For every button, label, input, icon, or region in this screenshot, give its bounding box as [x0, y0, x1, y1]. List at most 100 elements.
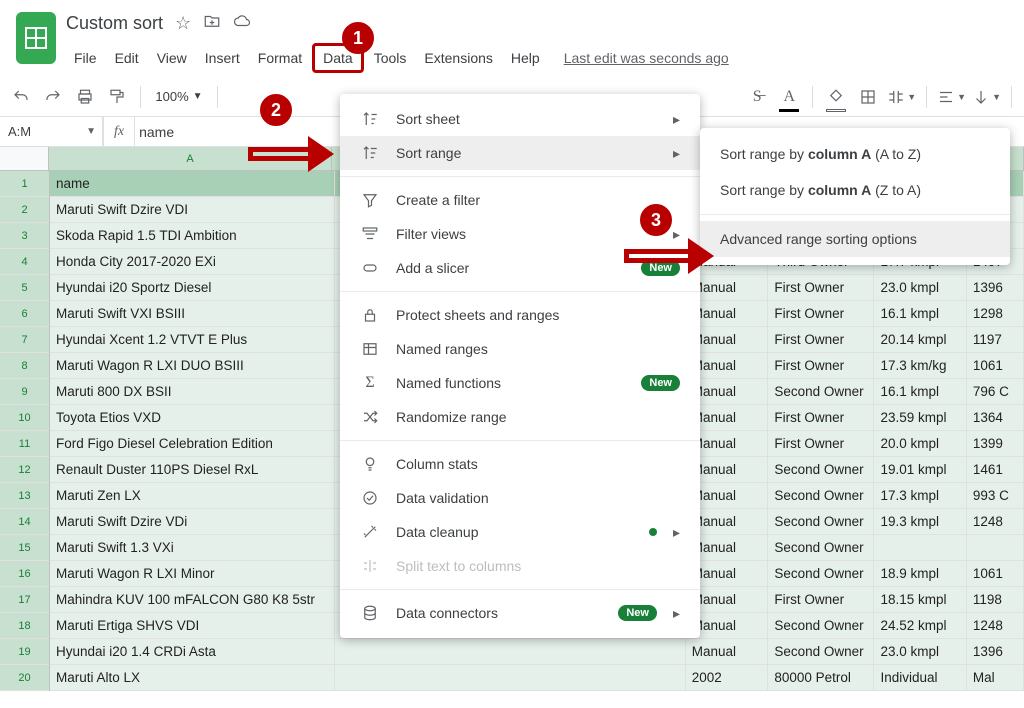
menu-view[interactable]: View	[149, 46, 195, 70]
row-header[interactable]: 11	[0, 431, 49, 457]
name-box[interactable]: A:M▼	[0, 117, 103, 146]
row-header[interactable]: 7	[0, 327, 49, 353]
cell[interactable]: Maruti Zen LX	[50, 483, 335, 509]
row-header[interactable]: 6	[0, 301, 49, 327]
cell[interactable]: Mal	[967, 665, 1024, 691]
sort-range-za[interactable]: Sort range by column A (Z to A)	[700, 172, 1010, 208]
cell[interactable]: 20.0 kmpl	[874, 431, 966, 457]
row-header[interactable]: 19	[0, 639, 49, 665]
cell[interactable]: Second Owner	[768, 483, 874, 509]
move-icon[interactable]	[203, 12, 221, 35]
cell[interactable]: 1197	[967, 327, 1024, 353]
cell[interactable]	[874, 535, 966, 561]
cell[interactable]: Second Owner	[768, 457, 874, 483]
cell[interactable]: Honda City 2017-2020 EXi	[50, 249, 335, 275]
cell[interactable]: Maruti 800 DX BSII	[50, 379, 335, 405]
cell[interactable]: 17.3 km/kg	[874, 353, 966, 379]
cell[interactable]: Second Owner	[768, 509, 874, 535]
row-header[interactable]: 12	[0, 457, 49, 483]
cell[interactable]: 23.0 kmpl	[874, 275, 966, 301]
cell[interactable]: 1061	[967, 353, 1024, 379]
cell[interactable]: 23.59 kmpl	[874, 405, 966, 431]
cell[interactable]: Second Owner	[768, 379, 874, 405]
cell[interactable]: Individual	[874, 665, 966, 691]
menu-file[interactable]: File	[66, 46, 105, 70]
select-all-corner[interactable]	[0, 147, 49, 171]
doc-title[interactable]: Custom sort	[66, 13, 163, 34]
redo-icon[interactable]	[40, 84, 66, 110]
cell[interactable]: Maruti Wagon R LXI Minor	[50, 561, 335, 587]
row-header[interactable]: 5	[0, 275, 49, 301]
formula-input[interactable]: name	[135, 124, 174, 140]
cell[interactable]: 1061	[967, 561, 1024, 587]
cell[interactable]: Maruti Swift 1.3 VXi	[50, 535, 335, 561]
cell[interactable]: Maruti Ertiga SHVS VDI	[50, 613, 335, 639]
menu-extensions[interactable]: Extensions	[416, 46, 500, 70]
row-header[interactable]: 18	[0, 613, 49, 639]
cell[interactable]: Hyundai i20 Sportz Diesel	[50, 275, 335, 301]
row-header[interactable]: 8	[0, 353, 49, 379]
cell[interactable]: Maruti Alto LX	[50, 665, 335, 691]
paint-format-icon[interactable]	[104, 84, 130, 110]
menu-tools[interactable]: Tools	[366, 46, 415, 70]
cell[interactable]: 16.1 kmpl	[874, 379, 966, 405]
strikethrough-icon[interactable]: S̶	[744, 84, 770, 110]
menu-data-validation[interactable]: Data validation	[340, 481, 700, 515]
row-header[interactable]: 16	[0, 561, 49, 587]
halign-icon[interactable]: ▼	[937, 84, 966, 110]
cell[interactable]: Renault Duster 110PS Diesel RxL	[50, 457, 335, 483]
cell[interactable]: Second Owner	[768, 561, 874, 587]
row-header[interactable]: 20	[0, 665, 49, 691]
row-header[interactable]: 9	[0, 379, 49, 405]
cell[interactable]: 19.01 kmpl	[874, 457, 966, 483]
cell[interactable]: Second Owner	[768, 639, 874, 665]
cell[interactable]	[967, 535, 1024, 561]
cell[interactable]: 1396	[967, 275, 1024, 301]
cell[interactable]: First Owner	[768, 431, 874, 457]
cell[interactable]: 18.9 kmpl	[874, 561, 966, 587]
cell[interactable]: 23.0 kmpl	[874, 639, 966, 665]
text-color-icon[interactable]: A	[776, 84, 802, 110]
menu-protect[interactable]: Protect sheets and ranges	[340, 298, 700, 332]
cell[interactable]: Second Owner	[768, 613, 874, 639]
cell[interactable]: 1364	[967, 405, 1024, 431]
cell[interactable]: Maruti Swift Dzire VDi	[50, 509, 335, 535]
cell[interactable]: Toyota Etios VXD	[50, 405, 335, 431]
advanced-range-sorting[interactable]: Advanced range sorting options	[700, 221, 1010, 257]
merge-icon[interactable]: ▼	[887, 84, 916, 110]
cell[interactable]: Maruti Swift VXI BSIII	[50, 301, 335, 327]
cell[interactable]: 18.15 kmpl	[874, 587, 966, 613]
row-header[interactable]: 15	[0, 535, 49, 561]
cell[interactable]: Hyundai i20 1.4 CRDi Asta	[50, 639, 335, 665]
cell[interactable]: 16.1 kmpl	[874, 301, 966, 327]
row-header[interactable]: 17	[0, 587, 49, 613]
cell[interactable]: Mahindra KUV 100 mFALCON G80 K8 5str	[50, 587, 335, 613]
zoom-select[interactable]: 100% ▼	[151, 84, 207, 110]
menu-insert[interactable]: Insert	[197, 46, 248, 70]
cell[interactable]: 796 C	[967, 379, 1024, 405]
menu-data-connectors[interactable]: Data connectorsNew▸	[340, 596, 700, 630]
row-header[interactable]: 14	[0, 509, 49, 535]
menu-help[interactable]: Help	[503, 46, 548, 70]
row-header[interactable]: 3	[0, 223, 49, 249]
cell[interactable]: Manual	[686, 639, 769, 665]
menu-randomize[interactable]: Randomize range	[340, 400, 700, 434]
row-header[interactable]: 13	[0, 483, 49, 509]
cell[interactable]: 1399	[967, 431, 1024, 457]
star-icon[interactable]: ☆	[175, 13, 191, 34]
cell[interactable]: First Owner	[768, 587, 874, 613]
cell[interactable]: Hyundai Xcent 1.2 VTVT E Plus	[50, 327, 335, 353]
fill-color-icon[interactable]	[823, 84, 849, 110]
last-edit-link[interactable]: Last edit was seconds ago	[564, 50, 729, 66]
cell[interactable]: name	[50, 171, 335, 197]
row-header[interactable]: 10	[0, 405, 49, 431]
cell[interactable]: 1248	[967, 613, 1024, 639]
cell[interactable]: 80000 Petrol	[768, 665, 874, 691]
menu-data-cleanup[interactable]: Data cleanup▸	[340, 515, 700, 549]
cell[interactable]: First Owner	[768, 327, 874, 353]
cell[interactable]: 1461	[967, 457, 1024, 483]
borders-icon[interactable]	[855, 84, 881, 110]
row-header[interactable]: 1	[0, 171, 49, 197]
cell[interactable]: 24.52 kmpl	[874, 613, 966, 639]
cell[interactable]: First Owner	[768, 405, 874, 431]
